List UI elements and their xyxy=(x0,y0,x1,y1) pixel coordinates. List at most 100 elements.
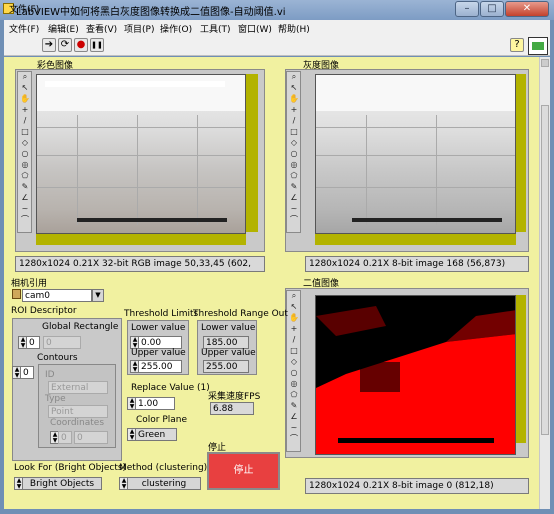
broken-line-icon[interactable]: ∠ xyxy=(20,193,30,203)
tr-upper-label: Upper value xyxy=(201,348,256,358)
menu-help[interactable]: 帮助(H) xyxy=(278,22,310,35)
gray-image-hscroll[interactable] xyxy=(315,234,516,245)
method-ring[interactable]: clustering xyxy=(127,477,201,490)
maximize-button[interactable]: □ xyxy=(480,1,504,17)
menu-file[interactable]: 文件(F) xyxy=(9,2,39,15)
rotated-rect-icon[interactable]: ◇ xyxy=(20,138,30,148)
look-for-label: Look For (Bright Objects) xyxy=(14,463,127,473)
minimize-button[interactable]: – xyxy=(455,1,479,17)
polyline-icon[interactable]: ⌒ xyxy=(289,215,299,225)
global-rect-index[interactable]: 0 xyxy=(26,336,40,349)
crosshair-icon[interactable]: + xyxy=(289,324,299,334)
menu-file-label[interactable]: 文件(F) xyxy=(9,22,39,35)
oval-icon[interactable]: ○ xyxy=(289,368,299,378)
line-icon[interactable]: / xyxy=(289,335,299,345)
menu-edit[interactable]: 编辑(E) xyxy=(48,22,79,35)
polyline-icon[interactable]: ⌒ xyxy=(20,215,30,225)
camera-select[interactable]: cam0 xyxy=(22,289,92,302)
coordinates-label: Coordinates xyxy=(50,418,105,428)
color-image-vscroll[interactable] xyxy=(246,74,258,232)
crosshair-icon[interactable]: + xyxy=(20,105,30,115)
run-continuously-button[interactable]: ⟳ xyxy=(58,38,72,52)
color-image-hscroll[interactable] xyxy=(36,234,246,245)
menu-tools[interactable]: 工具(T) xyxy=(200,22,231,35)
freehand-icon[interactable]: ✎ xyxy=(20,182,30,192)
abort-button[interactable]: ● xyxy=(74,38,88,52)
replace-value-label: Replace Value (1) xyxy=(131,383,210,393)
rotated-rect-icon[interactable]: ◇ xyxy=(289,357,299,367)
broken-line-icon[interactable]: ∠ xyxy=(289,412,299,422)
broken-line-icon[interactable]: ∠ xyxy=(289,193,299,203)
binary-image-vscroll[interactable] xyxy=(516,295,526,443)
tr-upper-value: 255.00 xyxy=(203,360,249,373)
freehand-icon[interactable]: ✎ xyxy=(289,182,299,192)
annulus-icon[interactable]: ◎ xyxy=(289,160,299,170)
pointer-icon[interactable]: ↖ xyxy=(20,83,30,93)
zoom-icon[interactable]: ⌕ xyxy=(289,72,299,82)
rectangle-icon[interactable]: □ xyxy=(289,127,299,137)
close-button[interactable]: ✕ xyxy=(505,1,549,17)
context-help-button[interactable]: ? xyxy=(510,38,524,52)
color-plane-label: Color Plane xyxy=(136,415,188,425)
camera-dropdown-chevron-icon[interactable]: ▼ xyxy=(92,289,104,302)
replace-value-input[interactable]: 1.00 xyxy=(135,397,175,410)
menu-project[interactable]: 项目(P) xyxy=(124,22,154,35)
gray-image-vscroll[interactable] xyxy=(516,74,526,232)
vi-icon xyxy=(528,37,548,55)
zoom-icon[interactable]: ⌕ xyxy=(20,72,30,82)
polyline-icon[interactable]: ⌒ xyxy=(289,434,299,444)
roi-label: ROI Descriptor xyxy=(11,306,77,316)
free-line-icon[interactable]: ~ xyxy=(289,204,299,214)
method-label: Method (clustering) xyxy=(119,463,208,473)
coord-value[interactable]: 0 xyxy=(74,431,108,444)
line-icon[interactable]: / xyxy=(289,116,299,126)
menu-window[interactable]: 窗口(W) xyxy=(238,22,272,35)
id-label: ID xyxy=(45,370,55,380)
pause-button[interactable]: ❚❚ xyxy=(90,38,104,52)
oval-icon[interactable]: ○ xyxy=(20,149,30,159)
global-rect-value[interactable]: 0 xyxy=(43,336,81,349)
zoom-icon[interactable]: ⌕ xyxy=(289,291,299,301)
pointer-icon[interactable]: ↖ xyxy=(289,302,299,312)
fps-label: 采集速度FPS xyxy=(208,392,261,402)
rectangle-icon[interactable]: □ xyxy=(20,127,30,137)
tl-upper-value[interactable]: 255.00 xyxy=(138,360,182,373)
pan-icon[interactable]: ✋ xyxy=(20,94,30,104)
look-for-ring[interactable]: Bright Objects xyxy=(22,477,102,490)
threshold-range-label: Threshold Range Out xyxy=(193,309,288,319)
polygon-icon[interactable]: ⬠ xyxy=(289,390,299,400)
menu-operate[interactable]: 操作(O) xyxy=(160,22,192,35)
color-image-canvas[interactable] xyxy=(36,74,246,234)
oval-icon[interactable]: ○ xyxy=(289,149,299,159)
pan-icon[interactable]: ✋ xyxy=(289,313,299,323)
menu-view[interactable]: 查看(V) xyxy=(86,22,117,35)
run-button[interactable]: ➔ xyxy=(42,38,56,52)
camera-icon xyxy=(12,289,21,299)
free-line-icon[interactable]: ~ xyxy=(289,423,299,433)
contours-index[interactable]: 0 xyxy=(20,366,34,379)
polygon-icon[interactable]: ⬠ xyxy=(289,171,299,181)
id-value[interactable]: External xyxy=(48,381,108,394)
global-rectangle-label: Global Rectangle xyxy=(42,322,119,332)
binary-image-canvas[interactable] xyxy=(315,295,516,455)
vertical-scrollbar[interactable] xyxy=(539,57,550,509)
coord-index[interactable]: 0 xyxy=(58,431,72,444)
rectangle-icon[interactable]: □ xyxy=(289,346,299,356)
annulus-icon[interactable]: ◎ xyxy=(20,160,30,170)
pointer-icon[interactable]: ↖ xyxy=(289,83,299,93)
line-icon[interactable]: / xyxy=(20,116,30,126)
type-label: Type xyxy=(45,394,66,404)
stop-button[interactable]: 停止 xyxy=(207,452,280,490)
free-line-icon[interactable]: ~ xyxy=(20,204,30,214)
annulus-icon[interactable]: ◎ xyxy=(289,379,299,389)
type-value[interactable]: Point xyxy=(48,405,108,418)
crosshair-icon[interactable]: + xyxy=(289,105,299,115)
freehand-icon[interactable]: ✎ xyxy=(289,401,299,411)
color-plane-ring[interactable]: Green xyxy=(135,428,177,441)
binary-image-palette: ⌕ ↖ ✋ + / □ ◇ ○ ◎ ⬠ ✎ ∠ ~ ⌒ xyxy=(286,290,301,452)
pan-icon[interactable]: ✋ xyxy=(289,94,299,104)
tr-lower-label: Lower value xyxy=(201,323,256,333)
gray-image-canvas[interactable] xyxy=(315,74,516,234)
polygon-icon[interactable]: ⬠ xyxy=(20,171,30,181)
rotated-rect-icon[interactable]: ◇ xyxy=(289,138,299,148)
